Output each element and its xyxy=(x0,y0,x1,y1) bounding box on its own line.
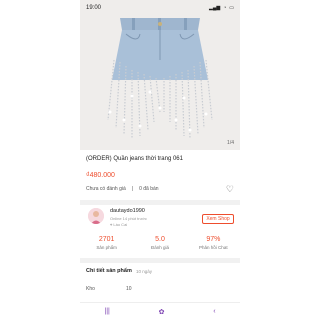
status-icons: ▂▄▆ ◔ ▭ xyxy=(209,5,234,11)
stat-rating: 5.0 Đánh giá xyxy=(133,236,186,250)
rating-text: Chưa có đánh giá xyxy=(86,186,126,192)
battery-icon: ▭ xyxy=(229,5,234,11)
status-bar: 19:00 ▂▄▆ ◔ ▭ xyxy=(80,0,240,16)
denim-skirt-illustration xyxy=(80,0,240,150)
status-time: 19:00 xyxy=(86,5,102,11)
view-shop-button[interactable]: Xem Shop xyxy=(202,214,234,224)
detail-row-stock: Kho 10 xyxy=(86,286,234,292)
details-title: Chi tiết sản phẩm xyxy=(86,268,132,274)
stat-label: Phản hồi Chat xyxy=(199,245,228,250)
system-nav-bar: ||| ✿ ‹ xyxy=(80,302,240,320)
section-divider xyxy=(80,258,240,263)
shop-avatar[interactable] xyxy=(88,208,104,224)
sold-text: 0 đã bán xyxy=(139,186,159,192)
stat-value: 2701 xyxy=(98,236,115,243)
product-title: (ORDER) Quần jeans thời trang 061 xyxy=(86,156,183,162)
stat-label: Sản phẩm xyxy=(96,245,117,250)
shop-location-text: Lào Cai xyxy=(113,222,128,227)
stat-value: 97% xyxy=(206,236,221,243)
shop-stats: 2701 Sản phẩm 5.0 Đánh giá 97% Phản hồi … xyxy=(80,236,240,250)
product-price: ₫480.000 xyxy=(86,172,115,179)
detail-value: 10 xyxy=(126,286,132,292)
shop-location: ⌖ Lào Cai xyxy=(110,222,127,227)
shop-online-status: Online 14 phút trước xyxy=(110,216,147,221)
back-icon[interactable]: ‹ xyxy=(213,308,215,315)
location-pin-icon: ⌖ xyxy=(110,222,113,227)
recent-apps-icon[interactable]: ||| xyxy=(104,308,109,315)
signal-icon: ▂▄▆ xyxy=(209,5,221,11)
stat-products: 2701 Sản phẩm xyxy=(80,236,133,250)
details-count: 10 ngày xyxy=(136,269,153,274)
stat-chat-response: 97% Phản hồi Chat xyxy=(187,236,240,250)
home-icon[interactable]: ✿ xyxy=(159,308,165,316)
stat-label: Đánh giá xyxy=(150,245,169,250)
stat-value: 5.0 xyxy=(155,236,165,243)
heart-icon[interactable]: ♡ xyxy=(226,184,234,195)
phone-screen: 19:00 ▂▄▆ ◔ ▭ 1/4 (ORDER) Quần jeans thờ… xyxy=(80,0,240,320)
detail-key: Kho xyxy=(86,286,95,292)
section-divider xyxy=(80,200,240,205)
avatar-image xyxy=(88,208,104,224)
product-image[interactable] xyxy=(80,0,240,150)
shop-name[interactable]: dautaydo1990 xyxy=(110,208,145,214)
rating-separator: | xyxy=(131,186,134,192)
wifi-icon: ◔ xyxy=(223,5,227,11)
rating-row: Chưa có đánh giá | 0 đã bán ♡ xyxy=(86,184,234,195)
image-counter: 1/4 xyxy=(227,140,234,146)
